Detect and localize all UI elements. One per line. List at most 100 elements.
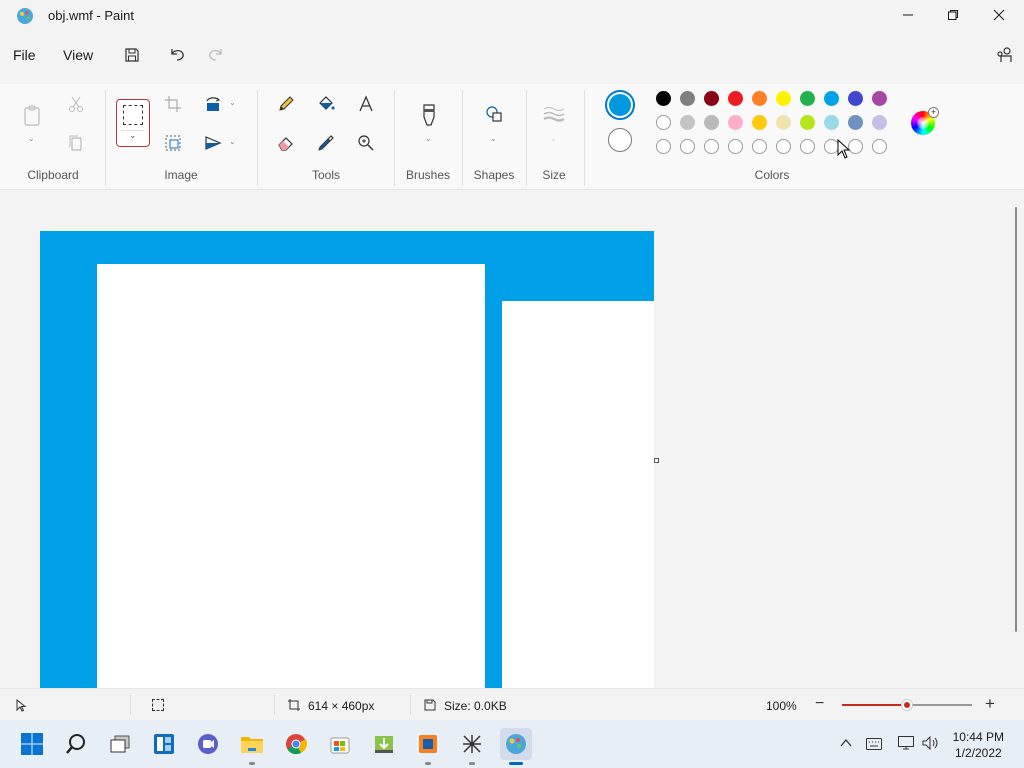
palette-color-swatch[interactable]	[680, 115, 695, 130]
paste-chevron-icon[interactable]: ⌄	[28, 134, 35, 143]
zoom-slider-fill	[842, 704, 907, 706]
zoom-out-button[interactable]: −	[815, 696, 824, 712]
app-icon[interactable]	[456, 728, 488, 765]
zoom-slider-thumb[interactable]	[902, 700, 912, 710]
search-icon[interactable]	[60, 728, 92, 760]
palette-color-swatch[interactable]	[872, 115, 887, 130]
teams-chat-icon[interactable]	[192, 728, 224, 760]
volume-icon[interactable]	[922, 735, 940, 755]
brushes-group-label: Brushes	[405, 168, 451, 182]
palette-color-swatch[interactable]	[848, 115, 863, 130]
palette-color-swatch[interactable]	[728, 115, 743, 130]
shapes-chevron-icon[interactable]: ⌄	[490, 134, 497, 143]
canvas-size-icon	[288, 699, 300, 714]
select-button[interactable]: ⌄	[116, 99, 150, 147]
drawing-canvas[interactable]	[40, 231, 654, 688]
edit-colors-icon[interactable]: +	[911, 107, 939, 135]
copy-icon[interactable]	[64, 131, 88, 155]
canvas-shape-left-rect	[97, 264, 485, 688]
share-icon[interactable]	[993, 44, 1015, 66]
palette-color-swatch[interactable]	[824, 115, 839, 130]
size-chevron-icon[interactable]: ⌄	[550, 134, 557, 143]
undo-icon[interactable]	[166, 44, 188, 66]
canvas-shape-right-rect	[502, 301, 654, 688]
custom-color-slot[interactable]	[728, 139, 743, 154]
crop-icon[interactable]	[161, 92, 185, 116]
canvas-workspace	[0, 191, 1024, 688]
eraser-icon[interactable]	[274, 131, 298, 155]
status-divider	[274, 695, 275, 715]
store-icon[interactable]	[324, 728, 356, 760]
palette-color-swatch[interactable]	[800, 115, 815, 130]
custom-color-slot[interactable]	[800, 139, 815, 154]
palette-color-swatch[interactable]	[656, 91, 671, 106]
palette-color-swatch[interactable]	[704, 115, 719, 130]
primary-color-button[interactable]	[605, 90, 635, 120]
palette-color-swatch[interactable]	[728, 91, 743, 106]
palette-color-swatch[interactable]	[776, 91, 791, 106]
save-icon[interactable]	[121, 44, 143, 66]
ribbon-divider	[462, 90, 463, 186]
magnifier-icon[interactable]	[354, 131, 378, 155]
widgets-icon[interactable]	[148, 728, 180, 760]
palette-color-swatch[interactable]	[872, 91, 887, 106]
restore-button[interactable]	[930, 0, 976, 30]
status-bar: 614 × 460px Size: 0.0KB 100% − +	[0, 688, 1024, 720]
taskbar: 10:44 PM 1/2/2022	[0, 720, 1024, 768]
custom-color-slot[interactable]	[656, 139, 671, 154]
palette-color-swatch[interactable]	[704, 91, 719, 106]
palette-color-swatch[interactable]	[824, 91, 839, 106]
taskbar-clock[interactable]: 10:44 PM 1/2/2022	[953, 729, 1004, 761]
installer-icon[interactable]	[368, 728, 400, 760]
rotate-icon[interactable]	[201, 92, 225, 116]
flip-chevron-icon[interactable]: ⌄	[229, 137, 236, 146]
close-button[interactable]	[976, 0, 1022, 30]
custom-color-slot[interactable]	[680, 139, 695, 154]
custom-color-slot[interactable]	[752, 139, 767, 154]
chrome-icon[interactable]	[280, 728, 312, 760]
cut-icon[interactable]	[64, 92, 88, 116]
redo-icon[interactable]	[205, 44, 227, 66]
minimize-button[interactable]	[885, 0, 931, 30]
zoom-in-button[interactable]: +	[985, 695, 995, 712]
size-icon[interactable]	[542, 102, 566, 126]
palette-color-swatch[interactable]	[656, 115, 671, 130]
custom-color-slot[interactable]	[872, 139, 887, 154]
text-icon[interactable]	[354, 92, 378, 116]
network-icon[interactable]	[898, 736, 914, 755]
virtualbox-icon[interactable]	[412, 728, 444, 765]
brush-chevron-icon[interactable]: ⌄	[425, 134, 432, 143]
palette-color-swatch[interactable]	[752, 91, 767, 106]
task-view-icon[interactable]	[104, 728, 136, 760]
zoom-slider[interactable]	[842, 700, 972, 710]
brush-icon[interactable]	[417, 100, 441, 130]
palette-color-swatch[interactable]	[800, 91, 815, 106]
select-rect-icon	[123, 105, 143, 125]
paste-icon[interactable]	[20, 102, 44, 130]
keyboard-icon[interactable]	[866, 737, 882, 755]
view-menu[interactable]: View	[63, 47, 93, 63]
pencil-icon[interactable]	[274, 92, 298, 116]
file-explorer-icon[interactable]	[236, 728, 268, 765]
color-picker-icon[interactable]	[314, 131, 338, 155]
custom-color-slot[interactable]	[776, 139, 791, 154]
palette-color-swatch[interactable]	[848, 91, 863, 106]
canvas-dimensions: 614 × 460px	[308, 699, 375, 713]
palette-color-swatch[interactable]	[752, 115, 767, 130]
secondary-color-button[interactable]	[608, 128, 632, 152]
flip-icon[interactable]	[201, 131, 225, 155]
palette-color-swatch[interactable]	[680, 91, 695, 106]
palette-color-swatch[interactable]	[776, 115, 791, 130]
file-menu[interactable]: File	[13, 47, 36, 63]
paint-taskbar-icon[interactable]	[500, 728, 532, 765]
canvas-resize-handle[interactable]	[654, 458, 659, 463]
rotate-chevron-icon[interactable]: ⌄	[229, 98, 236, 107]
shapes-icon[interactable]	[482, 102, 506, 126]
vertical-scrollbar[interactable]	[1015, 207, 1017, 632]
start-icon[interactable]	[16, 728, 48, 760]
resize-icon[interactable]	[161, 131, 185, 155]
chevron-up-icon[interactable]	[840, 737, 852, 752]
fill-bucket-icon[interactable]	[314, 92, 338, 116]
custom-color-slot[interactable]	[704, 139, 719, 154]
selection-size-icon	[152, 699, 164, 711]
